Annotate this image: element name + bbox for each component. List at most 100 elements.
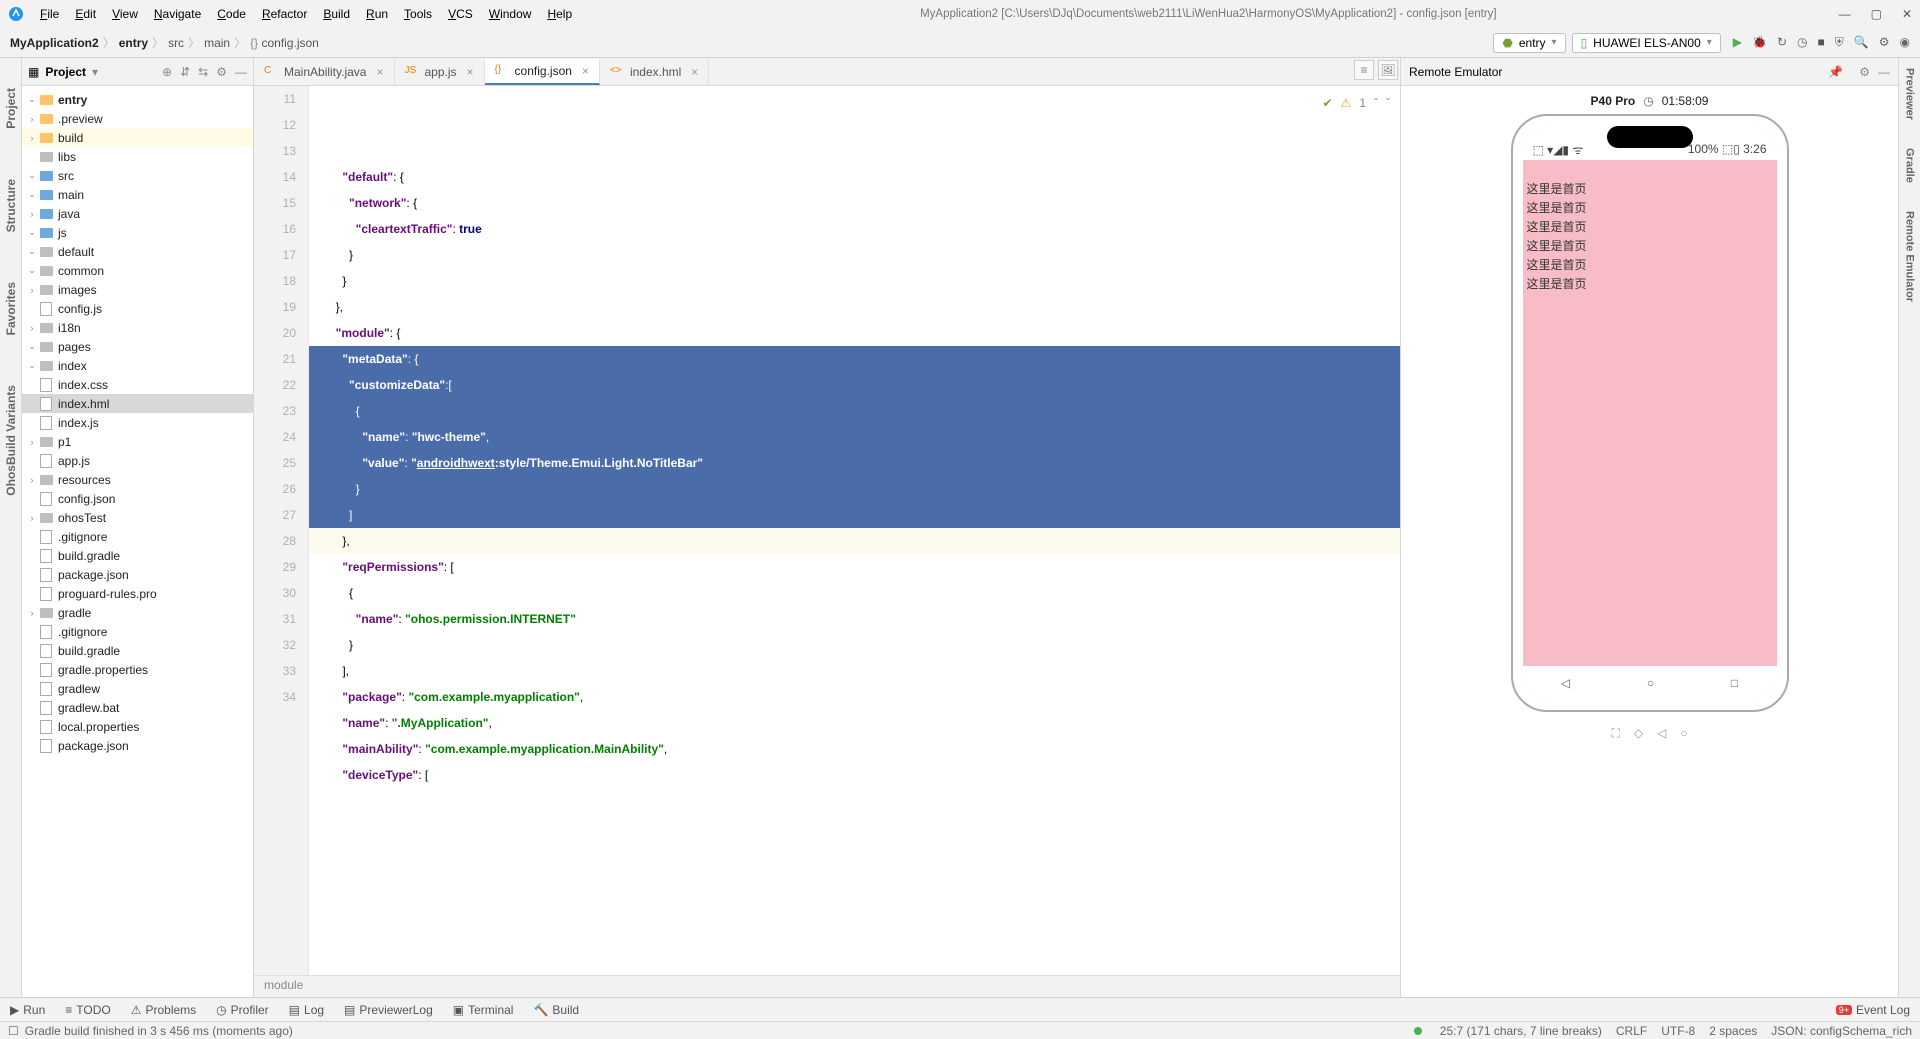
emu-hide-icon[interactable]: —: [1878, 65, 1890, 79]
pin-icon[interactable]: 📌: [1828, 65, 1843, 79]
tree-node[interactable]: .gitignore: [22, 622, 253, 641]
gear-icon[interactable]: ⚙: [216, 65, 227, 79]
crumb-2[interactable]: src: [168, 36, 184, 50]
tab-index.hml[interactable]: <>index.hml×: [600, 59, 709, 85]
inspection-widget[interactable]: ✔⚠1 ˆˇ: [1322, 90, 1390, 116]
rotate-icon[interactable]: ◇: [1634, 726, 1643, 741]
tree-node[interactable]: ⌄common: [22, 261, 253, 280]
menu-window[interactable]: Window: [483, 5, 538, 23]
menu-run[interactable]: Run: [360, 5, 394, 23]
tree-node[interactable]: ⌄pages: [22, 337, 253, 356]
emu-gear-icon[interactable]: ⚙: [1859, 65, 1870, 79]
maximize-button[interactable]: ▢: [1871, 7, 1882, 21]
close-button[interactable]: ✕: [1902, 7, 1912, 21]
run-icon[interactable]: ▶: [1733, 35, 1742, 50]
nav-back-icon[interactable]: ◁: [1561, 676, 1570, 690]
left-tool-project[interactable]: Project: [4, 88, 18, 129]
left-tool-ohosbuild variants[interactable]: OhosBuild Variants: [4, 385, 18, 496]
tree-node[interactable]: package.json: [22, 736, 253, 755]
tab-MainAbility.java[interactable]: CMainAbility.java×: [254, 59, 395, 85]
back-tool-icon[interactable]: ◁: [1657, 726, 1666, 741]
nav-recent-icon[interactable]: □: [1731, 676, 1738, 690]
nav-home-icon[interactable]: ○: [1647, 676, 1654, 690]
tree-node[interactable]: index.hml: [22, 394, 253, 413]
tree-node[interactable]: package.json: [22, 565, 253, 584]
phone-screen[interactable]: ⬚ ▾◢▮ ᯤ100% ⬚▯ 3:26 这里是首页这里是首页这里是首页这里是首页…: [1523, 126, 1777, 700]
crumb-1[interactable]: entry: [119, 36, 148, 50]
collapse-icon[interactable]: ⇆: [198, 65, 208, 79]
menu-file[interactable]: File: [34, 5, 65, 23]
project-tree[interactable]: ⌄entry›.preview›buildlibs⌄src⌄main›java⌄…: [22, 86, 253, 997]
bottom-tool-todo[interactable]: ≡TODO: [65, 1003, 110, 1017]
search-icon[interactable]: 🔍: [1854, 35, 1869, 50]
tree-node[interactable]: ›ohosTest: [22, 508, 253, 527]
menu-code[interactable]: Code: [211, 5, 252, 23]
right-tool-previewer[interactable]: Previewer: [1904, 68, 1916, 120]
tree-node[interactable]: ›.preview: [22, 109, 253, 128]
tree-node[interactable]: ›p1: [22, 432, 253, 451]
list-view-icon[interactable]: ≡: [1354, 60, 1374, 80]
code-editor[interactable]: ✔⚠1 ˆˇ "default": { "network": { "cleart…: [309, 86, 1400, 975]
crop-icon[interactable]: ⛶: [1611, 726, 1619, 741]
tree-node[interactable]: proguard-rules.pro: [22, 584, 253, 603]
menu-view[interactable]: View: [106, 5, 144, 23]
tree-node[interactable]: config.js: [22, 299, 253, 318]
bottom-tool-terminal[interactable]: ▣Terminal: [453, 1003, 514, 1017]
tree-node[interactable]: ⌄main: [22, 185, 253, 204]
tree-node[interactable]: gradle.properties: [22, 660, 253, 679]
tree-node[interactable]: ⌄default: [22, 242, 253, 261]
tree-node[interactable]: .gitignore: [22, 527, 253, 546]
minimize-button[interactable]: —: [1839, 7, 1851, 21]
left-tool-structure[interactable]: Structure: [4, 179, 18, 232]
menu-edit[interactable]: Edit: [69, 5, 102, 23]
debug-icon[interactable]: 🐞: [1752, 35, 1767, 50]
menu-vcs[interactable]: VCS: [442, 5, 479, 23]
left-tool-favorites[interactable]: Favorites: [4, 282, 18, 335]
tree-node[interactable]: gradlew: [22, 679, 253, 698]
stop-icon[interactable]: ■: [1818, 35, 1825, 50]
tree-node[interactable]: ›i18n: [22, 318, 253, 337]
tree-node[interactable]: ⌄src: [22, 166, 253, 185]
tab-config.json[interactable]: {}config.json×: [485, 59, 600, 85]
tree-node[interactable]: ›gradle: [22, 603, 253, 622]
right-tool-gradle[interactable]: Gradle: [1904, 148, 1916, 183]
coverage-icon[interactable]: ↻: [1777, 35, 1787, 50]
bottom-tool-run[interactable]: ▶Run: [10, 1003, 45, 1017]
crumb-0[interactable]: MyApplication2: [10, 36, 99, 50]
tree-node[interactable]: build.gradle: [22, 546, 253, 565]
project-label[interactable]: Project: [45, 65, 86, 79]
bottom-tool-problems[interactable]: ⚠Problems: [131, 1003, 196, 1017]
tree-node[interactable]: build.gradle: [22, 641, 253, 660]
locate-icon[interactable]: ⊕: [162, 65, 172, 79]
tree-node[interactable]: libs: [22, 147, 253, 166]
tab-app.js[interactable]: JSapp.js×: [395, 59, 485, 85]
tree-node[interactable]: gradlew.bat: [22, 698, 253, 717]
menu-help[interactable]: Help: [541, 5, 578, 23]
tree-node[interactable]: local.properties: [22, 717, 253, 736]
right-tool-remote-emulator[interactable]: Remote Emulator: [1904, 211, 1916, 302]
device-combo[interactable]: ▯ HUAWEI ELS-AN00 ▾: [1572, 33, 1721, 53]
tree-node[interactable]: ⌄index: [22, 356, 253, 375]
attach-icon[interactable]: ⛨: [1835, 35, 1844, 50]
crumb-4[interactable]: {} config.json: [250, 36, 319, 50]
settings-gear-icon[interactable]: ⚙: [1879, 35, 1890, 50]
crumb-3[interactable]: main: [204, 36, 230, 50]
bottom-tool-profiler[interactable]: ◷Profiler: [216, 1003, 269, 1017]
image-view-icon[interactable]: 🖼: [1378, 60, 1398, 80]
tree-node[interactable]: app.js: [22, 451, 253, 470]
tree-node[interactable]: ⌄js: [22, 223, 253, 242]
profile-icon[interactable]: ◷: [1797, 35, 1807, 50]
hide-icon[interactable]: —: [235, 65, 247, 79]
menu-tools[interactable]: Tools: [398, 5, 438, 23]
run-config-combo[interactable]: ⬣ entry ▾: [1493, 33, 1565, 53]
tree-node[interactable]: config.json: [22, 489, 253, 508]
menu-refactor[interactable]: Refactor: [256, 5, 313, 23]
menu-navigate[interactable]: Navigate: [148, 5, 207, 23]
tree-node[interactable]: index.css: [22, 375, 253, 394]
menu-build[interactable]: Build: [317, 5, 356, 23]
tree-node[interactable]: ›images: [22, 280, 253, 299]
tree-node[interactable]: ›resources: [22, 470, 253, 489]
bottom-tool-log[interactable]: ▤Log: [289, 1003, 324, 1017]
tree-node[interactable]: index.js: [22, 413, 253, 432]
home-tool-icon[interactable]: ○: [1680, 726, 1687, 741]
